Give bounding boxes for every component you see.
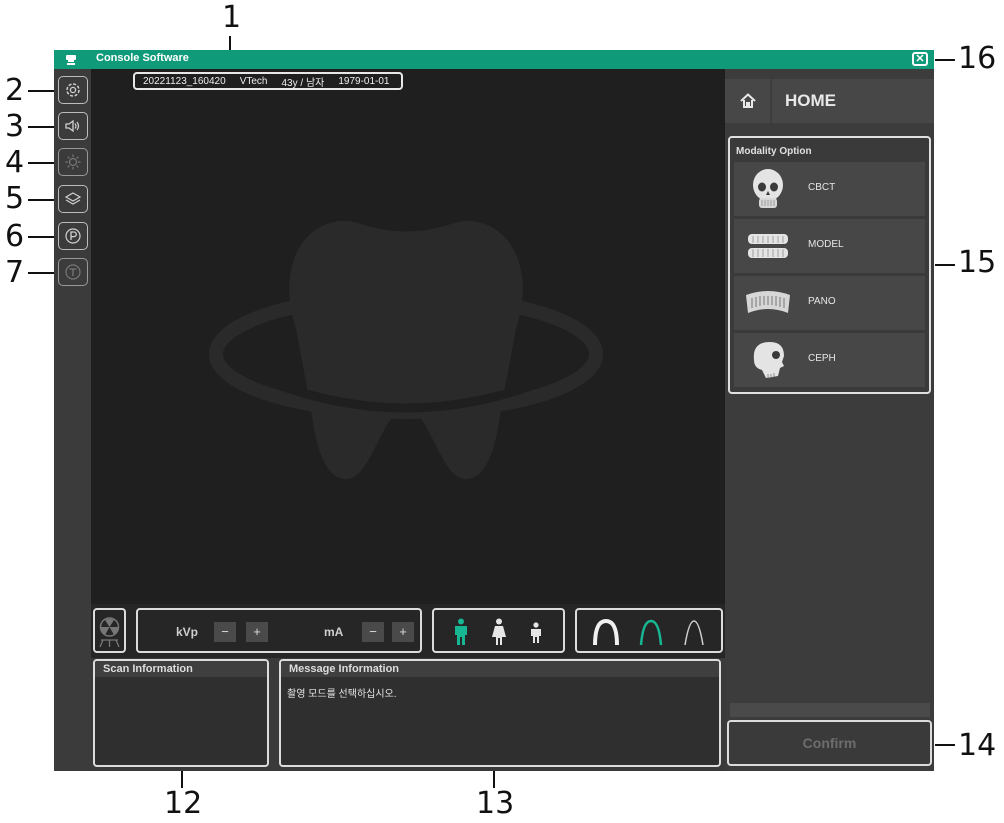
layers-icon [64,192,82,205]
sound-button[interactable] [58,112,88,140]
kvp-label: kVp [176,625,199,639]
callout-12: 12 [164,786,203,821]
patient-age-sex: 43y / 남자 [281,77,325,89]
modality-cbct-label: CBCT [808,182,836,193]
image-viewer[interactable]: 20221123_160420 VTech 43y / 남자 1979-01-0… [91,69,725,604]
modality-pano-button[interactable]: PANO [734,276,925,330]
callout-2: 2 [5,73,25,108]
sun-icon [65,154,81,170]
home-bar[interactable]: HOME [725,79,934,123]
patient-id: 20221123_160420 [143,75,226,87]
callout-line-16 [935,59,955,61]
callout-3: 3 [5,109,25,144]
laser-button[interactable] [58,148,88,176]
callout-7: 7 [5,255,25,290]
callout-line-2 [28,90,56,92]
callout-line-6 [28,236,56,238]
modality-ceph-button[interactable]: CEPH [734,333,925,387]
callout-line-4 [28,162,56,164]
message-information-title: Message Information [281,661,719,677]
arch-type-box [575,608,723,653]
tooth-watermark-icon [209,220,603,479]
modality-option-box: Modality Option CBCT MODEL PANO CEPH [728,136,931,394]
ma-decrease-button[interactable]: − [362,622,384,642]
kvp-decrease-button[interactable]: − [214,622,236,642]
xray-ready-box[interactable] [93,608,126,653]
t-circle-icon [65,264,81,280]
message-information-panel: Message Information 촬영 모드를 선택하십시오. [279,659,721,767]
panoramic-icon [746,291,790,313]
female-adult-icon[interactable] [490,618,508,646]
right-sidebar: HOME Modality Option CBCT MODEL PANO CEP… [725,69,934,771]
callout-14: 14 [958,728,997,763]
exposure-settings-box: kVp − + mA − + [136,608,422,653]
callout-4: 4 [5,145,25,180]
callout-line-3 [28,126,56,128]
app-window: 20221123_160420 VTech 43y / 남자 1979-01-0… [54,69,934,771]
callout-15: 15 [958,245,997,280]
xray-ready-icon [99,617,120,648]
skull-side-icon [753,342,784,378]
skull-front-icon [753,169,783,208]
p-circle-icon [65,228,81,244]
kvp-increase-button[interactable]: + [246,622,268,642]
callout-5: 5 [5,181,25,216]
confirm-button[interactable]: Confirm [727,720,932,766]
modality-option-title: Modality Option [736,146,812,157]
arch-wide-icon[interactable] [591,619,621,647]
callout-1: 1 [222,0,242,35]
arch-narrow-icon[interactable] [679,619,709,647]
patient-dob: 1979-01-01 [338,75,390,87]
callout-line-5 [28,199,56,201]
modality-ceph-label: CEPH [808,353,836,364]
modality-pano-label: PANO [808,296,836,307]
window-title: Console Software [96,52,189,64]
gear-icon [66,83,80,97]
callout-line-14 [935,744,955,746]
child-icon[interactable] [528,622,544,644]
home-label: HOME [785,91,836,110]
trigger-button[interactable] [58,258,88,286]
scan-information-title: Scan Information [95,661,267,677]
ma-increase-button[interactable]: + [392,622,414,642]
callout-13: 13 [476,786,515,821]
exposure-control-row: kVp − + mA − + [91,604,725,658]
modality-cbct-button[interactable]: CBCT [734,162,925,216]
callout-6: 6 [5,219,25,254]
close-button[interactable]: ✕ [912,52,928,66]
patient-name: VTech [239,75,268,87]
app-logo-icon [66,55,76,65]
message-text: 촬영 모드를 선택하십시오. [287,689,397,700]
title-bar: Console Software ✕ [54,50,934,69]
progress-bar [730,703,930,717]
callout-16: 16 [958,41,997,76]
modality-model-button[interactable]: MODEL [734,219,925,273]
ma-label: mA [324,625,344,639]
male-adult-icon[interactable] [452,618,470,646]
modality-model-label: MODEL [808,239,844,250]
layers-button[interactable] [58,185,88,213]
home-separator [770,79,772,123]
patient-info-bar: 20221123_160420 VTech 43y / 남자 1979-01-0… [133,72,403,90]
teeth-model-icon [748,234,788,258]
callout-line-15 [935,264,955,266]
home-icon [740,93,756,108]
left-toolbar [54,69,91,771]
patient-type-box [432,608,565,653]
arch-medium-icon[interactable] [636,619,666,647]
speaker-icon [65,119,80,133]
settings-button[interactable] [58,76,88,104]
parking-button[interactable] [58,222,88,250]
callout-line-7 [28,272,56,274]
scan-information-panel: Scan Information [93,659,269,767]
